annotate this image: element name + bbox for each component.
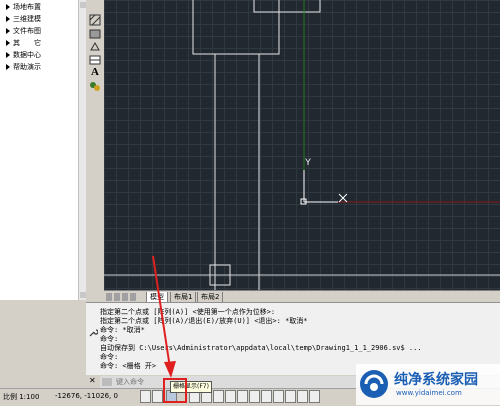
watermark-logo-icon <box>360 370 388 398</box>
annotation-arrowhead <box>164 361 176 378</box>
watermark-title: 纯净系统家园 <box>394 372 478 388</box>
annotation-highlight-box <box>163 378 187 403</box>
annotation-overlay <box>152 255 187 403</box>
watermark-url: www.yidaimei.com <box>396 389 462 397</box>
annotation-arrow-line <box>152 255 171 369</box>
watermark: 纯净系统家园 www.yidaimei.com <box>356 364 500 405</box>
